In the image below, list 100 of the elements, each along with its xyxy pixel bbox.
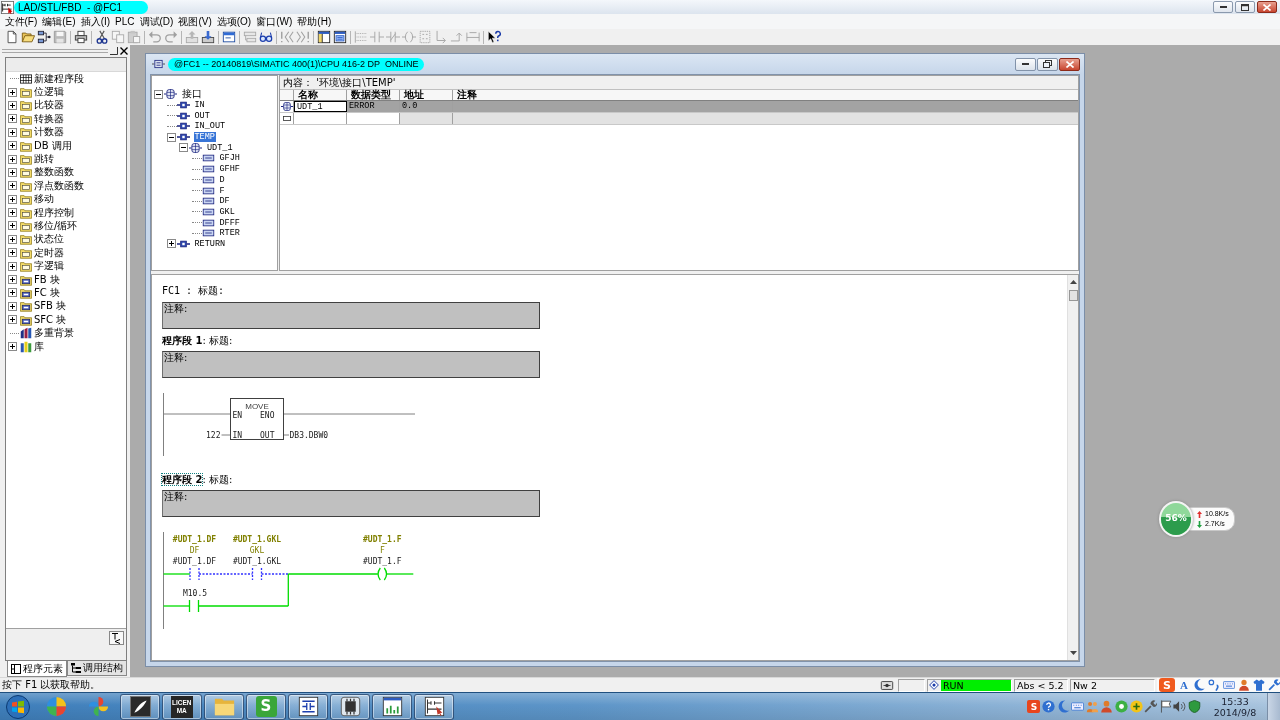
catalog-item[interactable]: SFB 块 <box>34 300 67 313</box>
tree-item[interactable]: GFJH <box>218 153 241 164</box>
expand-icon[interactable] <box>8 234 17 244</box>
catalog-item[interactable]: 新建程序段 <box>34 72 84 85</box>
moon-icon[interactable] <box>1193 679 1205 691</box>
circle-icon[interactable] <box>1115 700 1129 713</box>
comment-field[interactable]: 注释: <box>162 490 540 517</box>
catalog-item[interactable]: DB 调用 <box>34 139 72 152</box>
menu-item[interactable]: 调试(D) <box>137 15 176 28</box>
contact-symbol[interactable] <box>189 567 200 581</box>
menu-item[interactable]: 编辑(E) <box>39 15 79 28</box>
flag-icon[interactable] <box>1158 700 1172 713</box>
tree-item[interactable]: GFHF <box>218 164 241 175</box>
catalog-item[interactable]: 库 <box>34 340 44 353</box>
taskbar-button[interactable] <box>288 693 328 720</box>
maximize-button[interactable] <box>1235 1 1255 13</box>
expand-icon[interactable] <box>8 167 17 177</box>
expand-icon[interactable] <box>8 208 17 218</box>
dock-icon[interactable] <box>110 47 118 55</box>
comment-field[interactable]: 注释: <box>162 302 540 329</box>
split-view-icon[interactable] <box>317 30 331 44</box>
collapse-icon[interactable] <box>179 143 188 153</box>
expand-icon[interactable] <box>8 100 17 110</box>
expand-icon[interactable] <box>8 127 17 137</box>
collapse-icon[interactable] <box>154 89 163 99</box>
taskbar-button[interactable] <box>372 693 412 720</box>
window-icon[interactable] <box>222 30 236 44</box>
expand-icon[interactable] <box>8 87 17 97</box>
expand-icon[interactable] <box>166 239 176 249</box>
person-icon[interactable] <box>1238 679 1250 691</box>
expand-icon[interactable] <box>8 301 17 311</box>
taskbar-button[interactable] <box>330 693 370 720</box>
contact-symbol[interactable] <box>251 567 263 581</box>
expand-icon[interactable] <box>8 275 17 285</box>
menu-item[interactable]: PLC <box>112 15 138 28</box>
network-nodes-icon[interactable] <box>37 30 51 44</box>
usage-gauge[interactable]: 56% <box>1161 503 1191 535</box>
detail-view-icon[interactable] <box>333 30 347 44</box>
taskbar-button[interactable] <box>120 693 160 720</box>
expand-icon[interactable] <box>8 181 17 191</box>
expand-icon[interactable] <box>8 248 17 258</box>
taskbar-button[interactable] <box>414 693 454 720</box>
tree-item[interactable]: UDT_1 <box>206 142 234 153</box>
catalog-item[interactable]: 转换器 <box>34 112 64 125</box>
tree-item[interactable]: 接口 <box>181 89 203 100</box>
scissors-icon[interactable] <box>95 30 109 44</box>
scroll-thumb[interactable] <box>1068 290 1078 301</box>
catalog-item[interactable]: 计数器 <box>34 126 64 139</box>
tree-item[interactable]: D <box>218 174 226 185</box>
restore-button[interactable] <box>1037 57 1058 71</box>
tree-item[interactable]: DFFF <box>218 217 241 228</box>
pane-toggle-button[interactable] <box>109 631 124 645</box>
open-folder-icon[interactable] <box>21 30 35 44</box>
expand-icon[interactable] <box>8 194 17 204</box>
menu-item[interactable]: 选项(O) <box>214 15 254 28</box>
table-row[interactable]: UDT_1 ERROR 0.0 <box>280 101 1078 113</box>
catalog-item[interactable]: 浮点数函数 <box>34 179 84 192</box>
move-block[interactable] <box>230 398 284 440</box>
tree-item[interactable]: IN <box>193 100 206 111</box>
catalog-item[interactable]: 字逻辑 <box>34 260 64 273</box>
tree-item[interactable]: DF <box>218 196 231 207</box>
catalog-item[interactable]: FC 块 <box>34 286 60 299</box>
catalog-item[interactable]: 程序控制 <box>34 206 74 219</box>
catalog-item[interactable]: 状态位 <box>34 233 64 246</box>
clock-date[interactable]: 2014/9/8 <box>1213 706 1257 718</box>
shirt-icon[interactable] <box>1253 679 1265 691</box>
minimize-button[interactable] <box>1213 1 1233 13</box>
keyboard-icon[interactable] <box>1223 679 1235 691</box>
close-button[interactable] <box>1257 1 1277 13</box>
clock-time[interactable]: 15:33 <box>1221 695 1249 707</box>
catalog-item[interactable]: 比较器 <box>34 99 64 112</box>
app-logo[interactable]: S <box>1027 700 1041 713</box>
menu-item[interactable]: 插入(I) <box>78 15 113 28</box>
catalog-item[interactable]: 跳转 <box>34 153 54 166</box>
expand-icon[interactable] <box>8 342 17 351</box>
scroll-up-icon[interactable] <box>1069 280 1077 284</box>
download-icon[interactable] <box>201 30 215 44</box>
printer-icon[interactable] <box>74 30 88 44</box>
menu-item[interactable]: 视图(V) <box>175 15 215 28</box>
plus-icon[interactable] <box>1129 700 1143 713</box>
expand-icon[interactable] <box>8 141 17 151</box>
tree-item[interactable]: TEMP <box>193 132 216 143</box>
expand-icon[interactable] <box>8 261 17 271</box>
expand-icon[interactable] <box>8 114 17 124</box>
catalog-item[interactable]: 移动 <box>34 193 54 206</box>
menu-item[interactable]: 帮助(H) <box>294 15 334 28</box>
ime-mode[interactable]: A <box>1178 679 1190 691</box>
help-icon[interactable] <box>487 30 501 44</box>
new-file-icon[interactable] <box>5 30 19 44</box>
table-cell[interactable]: UDT_1 <box>294 101 347 112</box>
catalog-item[interactable]: 定时器 <box>34 246 64 259</box>
catalog-item[interactable]: 移位/循环 <box>34 220 78 232</box>
glasses-icon[interactable] <box>259 30 273 44</box>
expand-icon[interactable] <box>8 315 17 325</box>
catalog-item[interactable]: FB 块 <box>34 273 60 286</box>
close-icon[interactable] <box>120 47 128 55</box>
moon-icon[interactable] <box>1056 700 1070 713</box>
scroll-down-icon[interactable] <box>1069 651 1077 655</box>
tree-item[interactable]: OUT <box>193 110 211 121</box>
comment-field[interactable]: 注释: <box>162 351 540 378</box>
